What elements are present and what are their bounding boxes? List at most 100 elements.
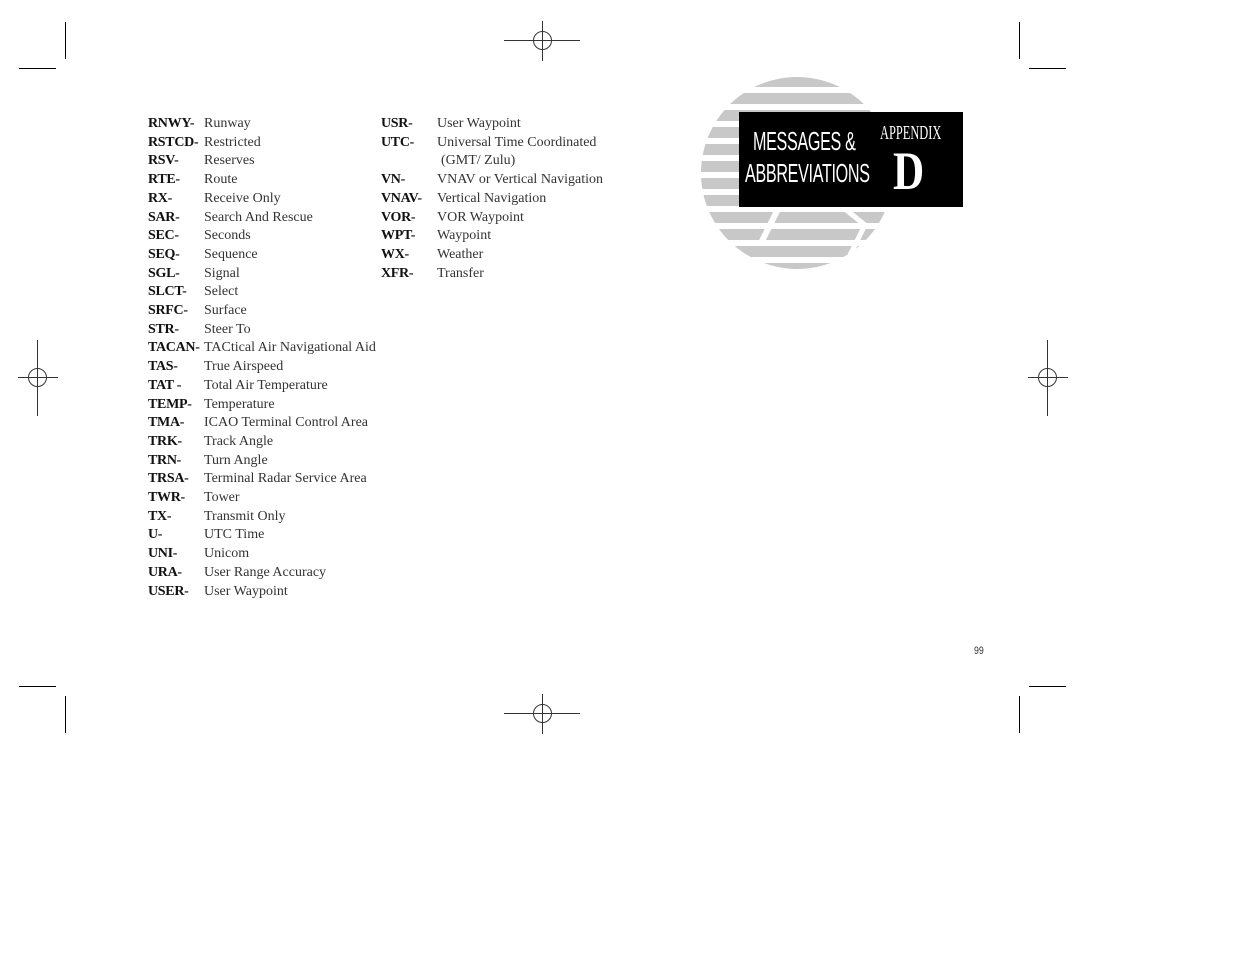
abbreviation-row: RTE- Route [148, 171, 376, 190]
abbreviation-definition: Unicom [204, 546, 250, 562]
abbreviation-term: TRN- [148, 452, 182, 468]
crop-mark [65, 696, 66, 733]
abbreviation-term: TRK- [148, 433, 182, 449]
abbreviation-definition: Restricted [204, 134, 261, 150]
abbreviation-definition: Total Air Temperature [204, 377, 328, 393]
abbreviation-definition: VOR Waypoint [437, 209, 524, 225]
abbreviation-row-continuation: (GMT/ Zulu) [381, 152, 603, 171]
abbreviation-row: RNWY- Runway [148, 115, 376, 134]
abbreviation-row: TRSA- Terminal Radar Service Area [148, 470, 376, 489]
abbreviation-row: RX- Receive Only [148, 190, 376, 209]
abbreviation-term: TEMP- [148, 396, 192, 412]
section-title-line1: MESSAGES & [753, 126, 856, 156]
abbreviation-definition: Waypoint [437, 228, 492, 244]
abbreviation-row: TACAN- TACtical Air Navigational Aid [148, 339, 376, 358]
abbreviation-definition: User Waypoint [437, 116, 521, 131]
abbreviation-row: WX- Weather [381, 246, 603, 265]
abbreviation-row: U- UTC Time [148, 526, 376, 545]
abbreviation-term: USER- [148, 583, 189, 599]
abbreviation-row: VOR- VOR Waypoint [381, 209, 603, 228]
abbreviation-definition: True Airspeed [204, 359, 284, 375]
abbreviation-term: RNWY- [148, 116, 195, 131]
abbreviation-row: RSV- Reserves [148, 152, 376, 171]
abbreviation-term: U- [148, 527, 163, 543]
abbreviation-row: VN- VNAV or Vertical Navigation [381, 171, 603, 190]
abbreviation-row: TAS- True Airspeed [148, 358, 376, 377]
abbreviation-term: SRFC- [148, 303, 188, 319]
abbreviation-definition: Universal Time Coordinated [437, 134, 597, 150]
abbreviation-term: USR- [381, 116, 413, 131]
abbreviation-definition: VNAV or Vertical Navigation [437, 172, 604, 188]
abbreviation-definition: Terminal Radar Service Area [204, 471, 367, 487]
abbreviation-definition: Signal [204, 265, 240, 281]
abbreviation-term: UTC- [381, 134, 415, 150]
abbreviation-row: SEC- Seconds [148, 227, 376, 246]
crop-mark [19, 686, 56, 687]
abbreviation-definition: Track Angle [204, 433, 274, 449]
registration-mark-top [504, 21, 580, 61]
abbreviation-term: RSTCD- [148, 134, 199, 150]
abbreviation-definition-continued: (GMT/ Zulu) [441, 153, 516, 169]
abbreviation-row: URA- User Range Accuracy [148, 564, 376, 583]
abbreviation-term: XFR- [381, 265, 414, 281]
abbreviation-term: TRSA- [148, 471, 189, 487]
abbreviation-term: STR- [148, 321, 179, 337]
abbreviation-definition: Receive Only [204, 190, 281, 206]
abbreviation-term: RSV- [148, 153, 179, 169]
crop-mark [1029, 68, 1066, 69]
abbreviation-definition: Temperature [204, 396, 275, 412]
abbreviation-definition: TACtical Air Navigational Aid [204, 340, 376, 356]
abbreviation-definition: Search And Rescue [204, 209, 313, 225]
abbreviation-term: VN- [381, 172, 405, 188]
crop-mark [19, 68, 56, 69]
abbreviation-definition: Seconds [204, 228, 251, 244]
abbreviation-row: RSTCD- Restricted [148, 134, 376, 153]
abbreviation-definition: UTC Time [204, 527, 265, 543]
crop-mark [1029, 686, 1066, 687]
appendix-badge: MESSAGES & ABBREVIATIONS APPENDIX D [739, 112, 963, 207]
abbreviation-term: SGL- [148, 265, 180, 281]
abbreviation-row: VNAV- Vertical Navigation [381, 190, 603, 209]
abbreviation-term: RTE- [148, 172, 180, 188]
abbreviation-term: URA- [148, 564, 182, 580]
abbreviation-row: WPT- Waypoint [381, 227, 603, 246]
abbreviation-row: SRFC- Surface [148, 302, 376, 321]
abbreviation-term: WX- [381, 246, 409, 262]
abbreviation-row: UNI- Unicom [148, 545, 376, 564]
abbreviation-term: SLCT- [148, 284, 187, 300]
crop-mark [1019, 696, 1020, 733]
abbreviation-term: RX- [148, 190, 172, 206]
abbreviation-row: USER- User Waypoint [148, 583, 376, 602]
abbreviation-definition: Turn Angle [204, 452, 268, 468]
abbreviation-definition: Select [204, 284, 239, 300]
abbreviation-definition: Transmit Only [204, 508, 286, 524]
abbreviation-row: SLCT- Select [148, 283, 376, 302]
abbreviation-definition: Route [204, 172, 238, 188]
abbreviation-term: UNI- [148, 546, 178, 562]
abbreviation-definition: Steer To [204, 321, 251, 337]
abbreviation-row: TAT - Total Air Temperature [148, 377, 376, 396]
crop-mark [1019, 22, 1020, 59]
abbreviation-definition: Runway [204, 116, 251, 131]
abbreviation-definition: Weather [437, 246, 484, 262]
abbreviation-term: TMA- [148, 415, 185, 431]
abbreviation-term: TWR- [148, 490, 185, 506]
abbreviation-row: XFR- Transfer [381, 265, 603, 284]
abbreviation-definition: User Range Accuracy [204, 564, 327, 580]
abbreviation-row: TEMP- Temperature [148, 396, 376, 415]
abbreviation-definition: ICAO Terminal Control Area [204, 415, 369, 431]
abbreviations-column-1: RNWY- Runway RSTCD- Restricted RSV- Reserves R… [148, 115, 376, 601]
abbreviation-term: TACAN- [148, 340, 200, 356]
abbreviation-row: SAR- Search And Rescue [148, 209, 376, 228]
abbreviation-definition: Surface [204, 303, 247, 319]
abbreviation-definition: Vertical Navigation [437, 190, 547, 206]
abbreviation-term: TAS- [148, 359, 178, 375]
abbreviation-term: VOR- [381, 209, 416, 225]
abbreviation-row: STR- Steer To [148, 321, 376, 340]
abbreviation-term: SEQ- [148, 246, 180, 262]
abbreviation-definition: Sequence [204, 246, 258, 262]
abbreviation-definition: Reserves [204, 153, 255, 169]
abbreviation-row: SEQ- Sequence [148, 246, 376, 265]
abbreviation-row: TRK- Track Angle [148, 433, 376, 452]
